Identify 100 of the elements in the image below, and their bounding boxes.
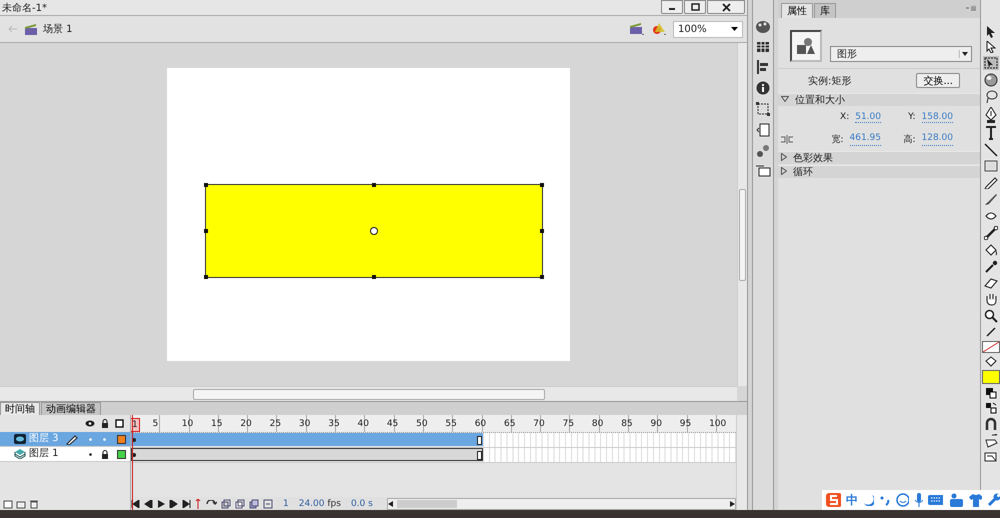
close-icon	[722, 2, 730, 12]
frame-number: 30	[298, 418, 310, 431]
layer-color-swatch[interactable]	[117, 434, 126, 444]
frame-rate[interactable]: 24.00 fps	[298, 498, 341, 508]
section-header[interactable]: 色彩效果	[778, 151, 980, 164]
lock-icon[interactable]	[99, 450, 110, 458]
palette-icon[interactable]	[755, 20, 771, 34]
caret-icon	[959, 50, 968, 58]
keyboard-icon[interactable]	[928, 494, 944, 506]
eraser-icon[interactable]	[984, 277, 998, 289]
step-back-icon[interactable]	[144, 500, 153, 508]
new-layer-icon[interactable]	[3, 498, 13, 508]
close-button[interactable]	[707, 0, 745, 14]
sphere-icon[interactable]	[984, 73, 998, 87]
layer-row[interactable]: 图层 1	[0, 447, 130, 462]
section-header[interactable]: 循环	[778, 165, 980, 178]
moon-icon[interactable]	[863, 494, 874, 506]
timeline-tab[interactable]: 动画编辑器	[41, 402, 101, 415]
maximize-icon	[690, 3, 700, 11]
lock-icon[interactable]	[101, 419, 109, 428]
paint-bucket-icon[interactable]	[984, 243, 998, 257]
transform-icon[interactable]	[756, 102, 770, 116]
line-tool-icon[interactable]	[984, 143, 998, 157]
components-icon[interactable]	[756, 144, 770, 158]
microphone-icon[interactable]	[914, 493, 924, 507]
eyedropper-icon[interactable]	[984, 260, 998, 274]
timeline-vertical-scrollbar[interactable]	[736, 415, 747, 510]
layer-color-swatch[interactable]	[117, 450, 126, 458]
swap-button[interactable]: 交换...	[916, 73, 960, 88]
info-icon[interactable]	[756, 81, 770, 95]
text-tool-icon[interactable]	[984, 126, 996, 140]
minimize-button[interactable]	[661, 0, 683, 14]
brush-tool-icon[interactable]	[984, 192, 998, 206]
toolbox-icon[interactable]	[948, 493, 964, 507]
frame-span[interactable]	[131, 448, 483, 461]
subselection-tool-icon[interactable]	[986, 41, 996, 53]
eye-icon[interactable]	[85, 420, 95, 427]
trash-icon[interactable]	[29, 498, 39, 508]
outline-icon[interactable]	[115, 419, 124, 428]
code-icon[interactable]	[756, 123, 770, 137]
edit-frames-icon[interactable]	[249, 498, 259, 508]
shapes-icon[interactable]	[651, 22, 667, 36]
rectangle-shape[interactable]	[205, 184, 543, 278]
language-mode[interactable]: 中	[846, 492, 858, 508]
field-label: 高:	[903, 134, 916, 146]
folder-icon[interactable]	[16, 498, 26, 508]
paint-bucket-icon[interactable]	[984, 356, 996, 367]
scene-label[interactable]: 场景 1	[43, 22, 73, 36]
step-forward-icon[interactable]	[169, 500, 178, 508]
section-header[interactable]: 位置和大小	[778, 93, 980, 106]
smiley-icon[interactable]	[896, 493, 909, 507]
swatches-icon[interactable]	[756, 41, 770, 53]
last-frame-icon[interactable]	[182, 500, 191, 508]
input-method-logo-icon[interactable]	[826, 493, 842, 507]
panel-tab[interactable]: 库	[814, 3, 836, 18]
wrench-icon[interactable]	[986, 493, 1000, 507]
horizontal-scrollbar[interactable]	[0, 386, 737, 401]
clapperboard-icon[interactable]	[629, 22, 645, 36]
fill-color-swatch[interactable]	[982, 370, 1000, 384]
frame-number: 75	[562, 418, 574, 431]
onion-outline-icon[interactable]	[235, 498, 245, 508]
panel-tab[interactable]: 属性	[781, 3, 813, 18]
default-colors-icon[interactable]	[984, 387, 996, 399]
symbol-type-dropdown[interactable]: 图形	[830, 46, 972, 62]
first-frame-icon[interactable]	[131, 500, 140, 508]
expanded-triangle-icon	[781, 95, 789, 105]
loop-icon[interactable]	[205, 500, 217, 508]
hand-tool-icon[interactable]	[984, 292, 998, 306]
onion-markers-icon[interactable]	[263, 498, 273, 508]
onion-skin-icon[interactable]	[221, 498, 231, 508]
frame-ruler[interactable]: 1 5 10 15 20 25 30 35 40 45 50 55 60 65 70 75 80 85 90 95 100	[131, 415, 736, 433]
panel-menu-icon[interactable]	[966, 6, 976, 12]
zoom-dropdown[interactable]: 100%	[673, 20, 743, 38]
align-icon[interactable]	[757, 60, 769, 74]
pencil-icon	[66, 433, 78, 445]
layer-name: 图层 3	[29, 433, 59, 445]
punctuation-icon[interactable]	[879, 494, 891, 506]
scroll-left-icon[interactable]	[388, 500, 393, 506]
swap-colors-icon[interactable]	[984, 402, 996, 414]
timeline-tab[interactable]: 时间轴	[0, 402, 40, 415]
vertical-scrollbar[interactable]	[737, 43, 747, 386]
center-frame-icon[interactable]	[195, 498, 201, 508]
selection-tool-icon[interactable]	[986, 26, 996, 38]
shirt-icon[interactable]	[968, 494, 982, 506]
zoom-tool-icon[interactable]	[984, 309, 998, 323]
magnet-icon[interactable]	[984, 417, 996, 431]
frame-number: 40	[358, 418, 369, 431]
timeline-horizontal-scrollbar[interactable]	[386, 498, 736, 510]
stroke-color-swatch[interactable]	[982, 341, 1000, 353]
bone-tool-icon[interactable]	[984, 226, 998, 240]
lasso-tool-icon[interactable]	[984, 90, 998, 104]
pen-tool-icon[interactable]	[984, 107, 996, 123]
graphic-symbol-icon	[790, 30, 822, 62]
section-title: 色彩效果	[793, 152, 833, 164]
rectangle-tool-icon[interactable]	[984, 160, 998, 172]
stroke-color-icon[interactable]	[984, 326, 996, 338]
transform-tool-icon[interactable]	[982, 56, 998, 70]
maximize-button[interactable]	[684, 0, 706, 14]
pencil-tool-icon[interactable]	[984, 175, 998, 189]
play-icon[interactable]	[157, 500, 165, 508]
